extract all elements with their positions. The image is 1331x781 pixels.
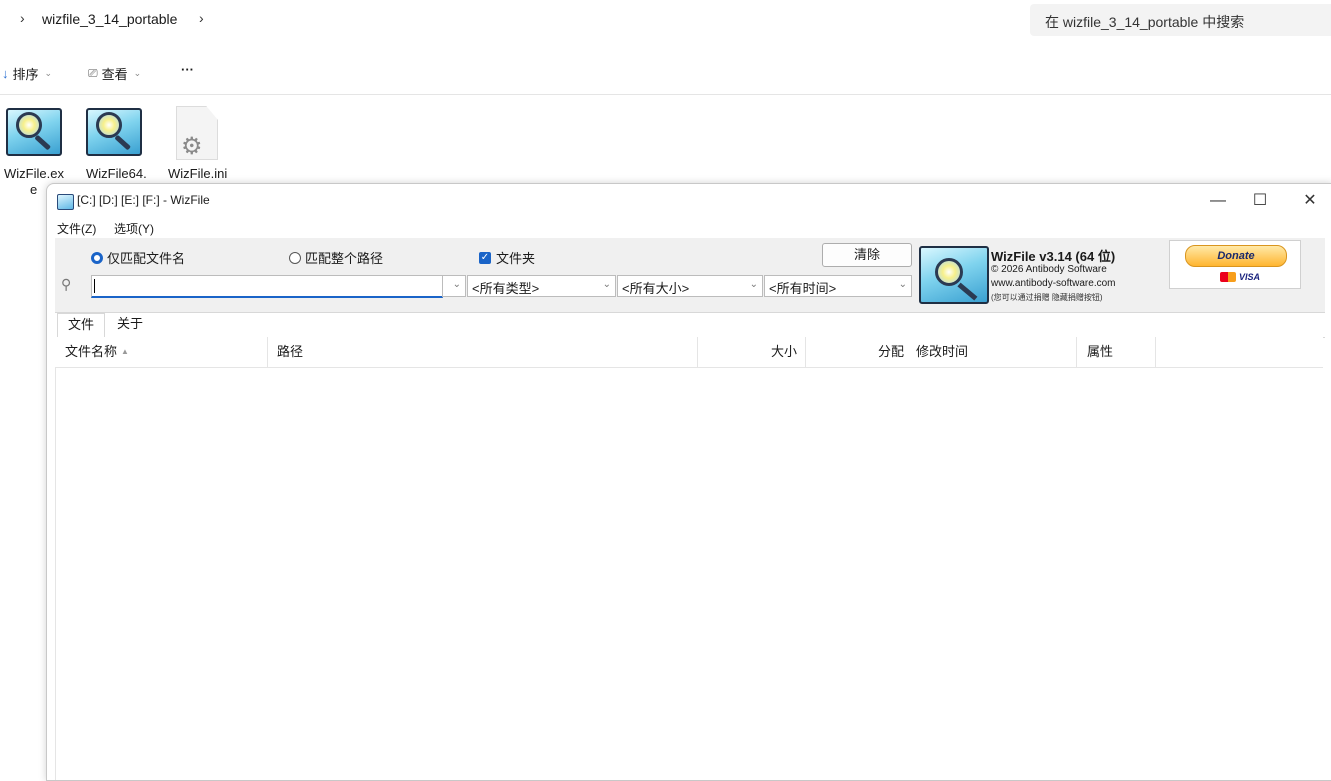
column-filename[interactable]: 文件名称 ▲	[55, 337, 268, 367]
radio-filename-only[interactable]: 仅匹配文件名	[91, 248, 185, 267]
time-filter-select[interactable]: <所有时间> ⌄	[764, 275, 912, 297]
chevron-down-icon: ⌄	[898, 279, 907, 290]
donate-note: (您可以通过捐赠 隐藏捐赠按钮)	[991, 293, 1103, 302]
explorer-toolbar: ↓ 排序 ⌄ ⎚ 查看 ⌄ ···	[0, 52, 1331, 95]
gear-icon: ⚙	[181, 133, 203, 160]
explorer-search-input[interactable]: 在 wizfile_3_14_portable 中搜索	[1030, 4, 1331, 36]
type-filter-select[interactable]: <所有类型> ⌄	[467, 275, 616, 297]
chevron-down-icon: ⌄	[133, 68, 142, 78]
radio-label: 匹配整个路径	[305, 251, 384, 266]
size-filter-value: <所有大小>	[622, 281, 690, 296]
column-label: 文件名称	[65, 344, 118, 359]
address-bar: › wizfile_3_14_portable › 在 wizfile_3_14…	[0, 0, 1331, 40]
wizfile-app-icon	[84, 104, 142, 158]
menu-options[interactable]: 选项(Y)	[114, 220, 154, 237]
menu-file[interactable]: 文件(Z)	[57, 220, 96, 237]
sort-button[interactable]: ↓ 排序 ⌄	[2, 64, 52, 83]
donate-button[interactable]: Donate VISA	[1169, 240, 1301, 289]
search-placeholder: 在 wizfile_3_14_portable 中搜索	[1045, 14, 1245, 30]
view-button[interactable]: ⎚ 查看 ⌄	[88, 64, 141, 83]
breadcrumb[interactable]: wizfile_3_14_portable	[42, 11, 177, 27]
results-header: 文件名称 ▲ 路径 大小 分配 修改时间 属性	[55, 337, 1323, 368]
menu-bar: 文件(Z) 选项(Y)	[47, 216, 1331, 238]
column-allocated[interactable]: 分配	[806, 337, 910, 367]
file-item-wizfile64[interactable]: WizFile64.	[84, 104, 147, 181]
wizfile-logo-icon	[919, 246, 989, 304]
radio-selected-icon	[91, 251, 103, 264]
search-input[interactable]	[91, 275, 443, 298]
checkmark-icon: ✓	[479, 251, 491, 264]
view-icon: ⎚	[88, 66, 98, 80]
radio-unselected-icon	[289, 251, 301, 264]
view-label: 查看	[101, 67, 128, 82]
file-label: WizFile.ex	[4, 166, 64, 181]
chevron-down-icon: ⌄	[44, 68, 53, 78]
chevron-down-icon: ⌄	[749, 279, 758, 290]
window-title: [C:] [D:] [E:] [F:] - WizFile	[77, 193, 210, 207]
website-link[interactable]: www.antibody-software.com	[991, 278, 1116, 289]
column-path[interactable]: 路径	[267, 337, 698, 367]
time-filter-value: <所有时间>	[769, 281, 837, 296]
clear-button[interactable]: 清除	[822, 243, 912, 267]
results-list[interactable]	[55, 368, 1324, 780]
wizfile-window: [C:] [D:] [E:] [F:] - WizFile — ☐ ✕ 文件(Z…	[46, 183, 1331, 781]
maximize-button[interactable]: ☐	[1237, 186, 1283, 216]
folders-checkbox[interactable]: ✓ 文件夹	[479, 248, 535, 267]
chevron-right-icon[interactable]: ›	[20, 10, 25, 26]
sort-arrow-icon: ↓	[2, 66, 9, 81]
settings-file-icon: ⚙	[176, 106, 218, 160]
close-button[interactable]: ✕	[1287, 186, 1331, 216]
app-version: WizFile v3.14 (64 位)	[991, 249, 1116, 264]
column-attributes[interactable]: 属性	[1077, 337, 1156, 367]
search-history-dropdown[interactable]: ⌄	[442, 275, 466, 297]
tab-strip: 文件 关于	[55, 313, 1325, 339]
copyright: © 2026 Antibody Software	[991, 264, 1107, 275]
title-bar[interactable]: [C:] [D:] [E:] [F:] - WizFile — ☐ ✕	[47, 184, 1331, 216]
text-cursor	[94, 279, 95, 293]
more-button[interactable]: ···	[181, 62, 194, 77]
radio-label: 仅匹配文件名	[107, 251, 186, 266]
checkbox-label: 文件夹	[496, 251, 536, 266]
minimize-button[interactable]: —	[1195, 186, 1241, 216]
radio-full-path[interactable]: 匹配整个路径	[289, 248, 383, 267]
sort-label: 排序	[12, 67, 39, 82]
file-label: WizFile.ini	[168, 166, 228, 181]
tab-files[interactable]: 文件	[57, 313, 106, 339]
wizfile-app-icon	[4, 104, 62, 158]
chevron-down-icon: ⌄	[452, 279, 461, 290]
mastercard-icon	[1220, 272, 1236, 282]
column-modified[interactable]: 修改时间	[910, 337, 1077, 367]
payment-cards: VISA	[1220, 272, 1260, 282]
sort-ascending-icon: ▲	[121, 347, 129, 356]
search-icon: ⚲	[61, 276, 72, 292]
file-label: WizFile64.	[86, 166, 147, 181]
file-item-wizfile-exe[interactable]: WizFile.ex e	[4, 104, 64, 197]
file-label-line2: e	[30, 182, 38, 197]
chevron-down-icon: ⌄	[602, 279, 611, 290]
donate-label: Donate	[1185, 245, 1287, 267]
chevron-right-icon[interactable]: ›	[199, 10, 204, 26]
type-filter-value: <所有类型>	[472, 281, 540, 296]
tab-about[interactable]: 关于	[107, 313, 153, 337]
visa-label: VISA	[1239, 272, 1261, 282]
app-icon	[57, 194, 74, 210]
size-filter-select[interactable]: <所有大小> ⌄	[617, 275, 763, 297]
column-size[interactable]: 大小	[697, 337, 806, 367]
